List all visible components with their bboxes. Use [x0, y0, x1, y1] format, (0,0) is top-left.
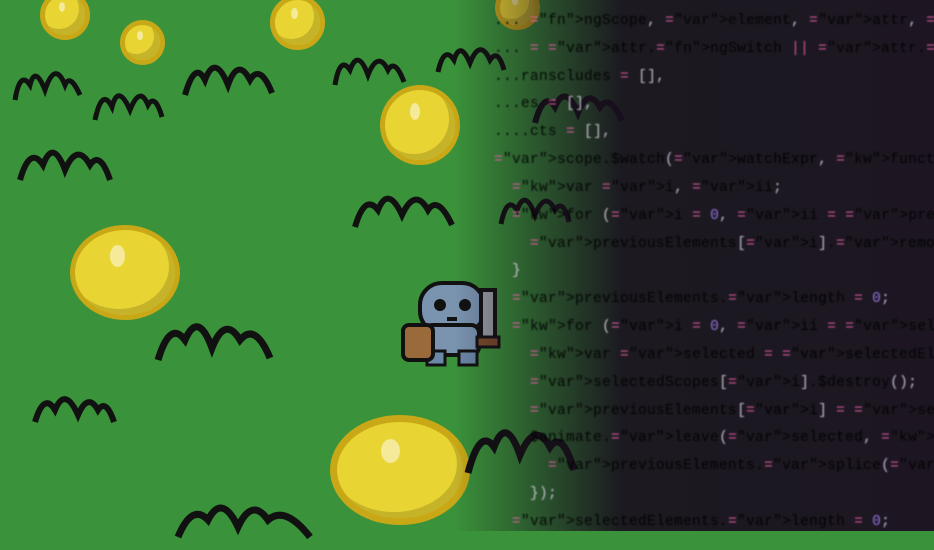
- grass-tuft: [170, 485, 320, 545]
- code-overlay: ... ="fn">ngScope, ="var">element, ="var…: [454, 0, 934, 531]
- coin-sprite: [40, 0, 90, 40]
- code-line: ...es = [],: [494, 91, 930, 119]
- grass-tuft: [90, 75, 170, 125]
- code-line: });: [494, 481, 930, 509]
- code-line: ="kw">for (="var">i = 0, ="var">ii = ="v…: [494, 203, 930, 231]
- grass-tuft: [350, 175, 460, 235]
- coin-sprite: [120, 20, 165, 65]
- code-line: ...ranscludes = [],: [494, 64, 930, 92]
- code-text: ... ="fn">ngScope, ="var">element, ="var…: [494, 8, 930, 531]
- code-line: $animate.="var">leave(="var">selected, =…: [494, 425, 930, 453]
- grass-tuft: [150, 300, 280, 370]
- code-line: }: [494, 258, 930, 286]
- code-line: ....cts = [],: [494, 119, 930, 147]
- code-line: ... = ="var">attr.="fn">ngSwitch || ="va…: [494, 36, 930, 64]
- code-line: ... ="fn">ngScope, ="var">element, ="var…: [494, 8, 930, 36]
- coin-sprite: [380, 85, 460, 165]
- code-line: ="var">scope.$watch(="var">watchExpr, ="…: [494, 147, 930, 175]
- grass-tuft: [330, 40, 410, 90]
- grass-tuft: [15, 130, 115, 190]
- code-line: ="kw">var ="var">selected = ="var">selec…: [494, 342, 930, 370]
- grass-tuft: [180, 45, 280, 105]
- code-line: ="var">previousElements.="var">length = …: [494, 286, 930, 314]
- code-line: ="var">selectedElements.="var">length = …: [494, 509, 930, 531]
- code-line: ="var">previousElements[="var">i].="var"…: [494, 231, 930, 259]
- code-line: ="var">selectedScopes[="var">i].$destroy…: [494, 370, 930, 398]
- grass-tuft: [10, 55, 90, 105]
- code-line: ="var">previousElements.="var">splice(="…: [494, 453, 930, 481]
- coin-sprite: [270, 0, 325, 50]
- coin-sprite: [330, 415, 470, 525]
- code-line: ="var">previousElements[="var">i] = ="va…: [494, 398, 930, 426]
- code-line: ="kw">var ="var">i, ="var">ii;: [494, 175, 930, 203]
- grass-tuft: [30, 380, 120, 430]
- code-line: ="kw">for (="var">i = 0, ="var">ii = ="v…: [494, 314, 930, 342]
